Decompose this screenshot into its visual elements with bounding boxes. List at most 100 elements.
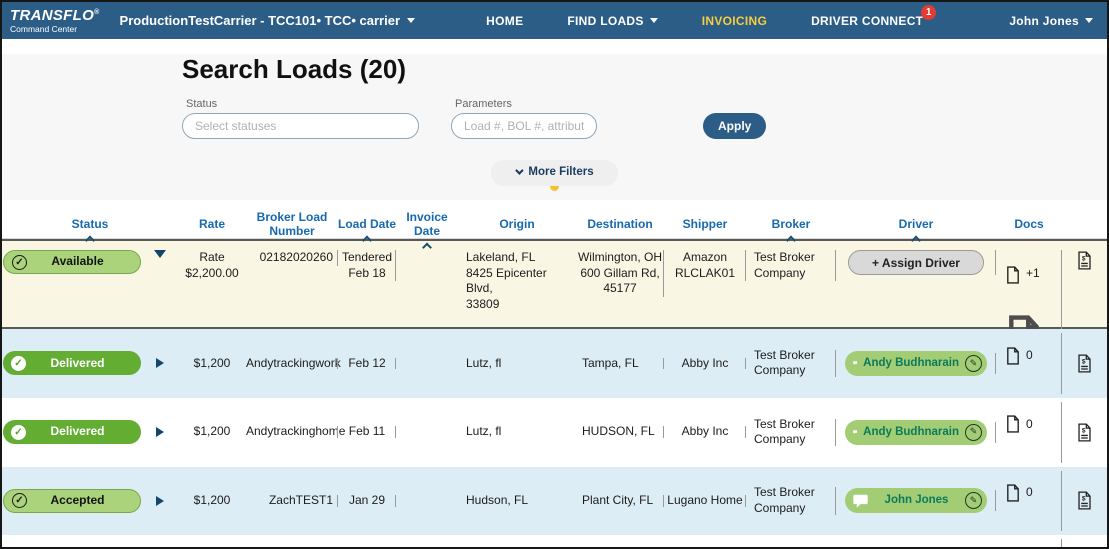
invoice-doc-cell[interactable]: $ <box>1062 489 1107 512</box>
edit-driver-icon[interactable]: ✎ <box>965 355 982 372</box>
edit-driver-icon[interactable]: ✎ <box>965 424 982 441</box>
status-badge: ✓ Available <box>3 250 141 274</box>
column-header-label: Rate <box>199 217 225 231</box>
load-date-value: Feb 18 <box>338 266 396 282</box>
column-header-label: Broker <box>772 217 811 231</box>
transflo-logo: TRANSFLO® Command Center <box>10 8 100 34</box>
invoice-doc-cell[interactable]: $ <box>1062 352 1107 375</box>
column-header[interactable]: Invoice Date <box>396 210 458 238</box>
status-filter-group: Status <box>182 98 419 139</box>
status-label: Delivered <box>32 424 123 440</box>
table-row[interactable]: ✓ Accepted $1,200 ZachTEST1 Jan 29 Hudso… <box>2 467 1107 536</box>
column-header[interactable]: Destination <box>576 217 664 231</box>
status-filter-input[interactable] <box>182 113 419 139</box>
nav-driver-connect[interactable]: DRIVER CONNECT 1 <box>811 14 923 28</box>
column-header-label: Load Date <box>338 217 396 231</box>
column-header[interactable]: Rate <box>178 217 246 231</box>
column-header[interactable]: Origin <box>458 217 576 231</box>
expand-caret[interactable] <box>142 425 178 439</box>
invoice-doc-icon: $ <box>1077 491 1092 510</box>
chevron-down-icon <box>407 18 415 23</box>
driver-pill[interactable]: Andy Budhnarain ✎ <box>845 351 987 376</box>
svg-text:$: $ <box>1082 427 1086 434</box>
expand-caret[interactable] <box>142 248 178 260</box>
load-date-cell: TenderedFeb 18 <box>338 248 396 283</box>
parameters-filter-input[interactable] <box>451 113 597 139</box>
driver-cell: Andy Budhnarain ✎ <box>836 349 996 378</box>
docs-cell[interactable]: 0 <box>996 467 1062 536</box>
status-cell: ✓ Delivered <box>2 418 142 446</box>
top-navbar: TRANSFLO® Command Center ProductionTestC… <box>2 2 1107 39</box>
column-header-label: Driver <box>899 217 934 231</box>
document-icon <box>1006 347 1020 365</box>
broker-load-number-cell: Andytrackinghome <box>246 422 338 442</box>
invoice-doc-cell[interactable]: $ <box>1062 248 1107 272</box>
filter-section: Search Loads (20) Status Parameters Appl… <box>2 54 1107 200</box>
nav-find-loads[interactable]: FIND LOADS <box>567 14 657 28</box>
edit-driver-icon[interactable]: ✎ <box>965 492 982 509</box>
load-date-cell: Jan 29 <box>338 491 396 511</box>
destination-cell: HUDSON, FL <box>576 422 664 442</box>
rate-cell: $1,200 <box>178 354 246 374</box>
origin-cell: Lutz, fl <box>458 422 576 442</box>
table-row[interactable]: ✓ Delivered $1,200 Andytrackingwork Feb … <box>2 329 1107 398</box>
origin-cell: Lakeland, FL 8425 Epicenter Blvd, 33809 <box>458 248 576 314</box>
expand-caret-icon <box>156 358 164 368</box>
docs-cell[interactable]: 0 <box>996 398 1062 467</box>
column-header-label: Origin <box>499 217 534 231</box>
status-cell: ✓ Accepted <box>2 487 142 515</box>
carrier-selector[interactable]: ProductionTestCarrier - TCC101• TCC• car… <box>120 13 416 28</box>
column-header[interactable]: Shipper <box>664 217 746 231</box>
invoice-date-cell <box>396 361 458 365</box>
load-date-value: Feb 12 <box>338 356 396 372</box>
rate-value: $1,200 <box>178 493 246 509</box>
nav-invoicing[interactable]: INVOICING <box>702 14 767 28</box>
column-header[interactable]: Docs <box>996 217 1062 231</box>
driver-pill[interactable]: Andy Budhnarain ✎ <box>845 420 987 445</box>
rate-value: $2,200.00 <box>178 266 246 282</box>
status-cell: ✓ Available <box>2 248 142 276</box>
table-row[interactable]: ✓ Delivered $1,200 Andytrackinghome Feb … <box>2 398 1107 467</box>
column-header[interactable]: Broker Load Number <box>246 210 338 238</box>
driver-cell: John Jones ✎ <box>836 486 996 515</box>
load-date-cell: Feb 12 <box>338 354 396 374</box>
invoice-date-cell <box>396 430 458 434</box>
invoice-doc-cell[interactable]: $ <box>1062 421 1107 444</box>
document-icon <box>1006 484 1020 502</box>
load-date-cell: Feb 11 <box>338 422 396 442</box>
column-header[interactable]: Driver <box>836 217 996 231</box>
nav-home[interactable]: HOME <box>486 14 523 28</box>
driver-pill[interactable]: John Jones ✎ <box>845 488 987 513</box>
svg-text:$: $ <box>1082 256 1086 263</box>
apply-button[interactable]: Apply <box>703 113 766 139</box>
expand-caret[interactable] <box>142 356 178 370</box>
column-header-label: Broker Load Number <box>257 210 328 238</box>
invoice-doc-icon: $ <box>1077 423 1092 442</box>
user-menu[interactable]: John Jones <box>1009 14 1093 28</box>
driver-name: John Jones <box>874 493 959 508</box>
status-icon: ✓ <box>12 493 27 508</box>
nav-driver-connect-label: DRIVER CONNECT <box>811 14 923 28</box>
column-header[interactable]: Load Date <box>338 217 396 231</box>
more-filters-label: More Filters <box>528 166 593 178</box>
document-icon <box>1006 415 1020 433</box>
column-header[interactable]: Broker <box>746 217 836 231</box>
column-header-label: Invoice Date <box>406 210 447 238</box>
broker-cell: Test Broker Company <box>746 483 836 518</box>
table-row[interactable]: ✓ Available Rate$2,200.00 02182020260 Te… <box>2 239 1107 329</box>
parameters-filter-group: Parameters <box>451 98 597 139</box>
docs-cell[interactable]: 0 <box>996 329 1062 398</box>
chat-bubble-icon <box>853 356 857 370</box>
status-badge: ✓ Delivered <box>3 351 141 375</box>
driver-cell: Andy Budhnarain ✎ <box>836 418 996 447</box>
assign-driver-button[interactable]: + Assign Driver <box>848 250 984 275</box>
page-title: Search Loads (20) <box>182 54 1107 85</box>
more-filters-toggle[interactable]: More Filters <box>491 160 617 186</box>
docs-cell[interactable]: 0 <box>996 535 1062 549</box>
notification-badge: 1 <box>921 5 936 20</box>
document-icon <box>1006 266 1020 284</box>
origin-cell: Lutz, fl <box>458 354 576 374</box>
column-header[interactable]: Status <box>2 217 178 231</box>
table-row[interactable]: ✓ Available $1,200 01282020106 Jan 28 La… <box>2 535 1107 549</box>
expand-caret[interactable] <box>142 494 178 508</box>
